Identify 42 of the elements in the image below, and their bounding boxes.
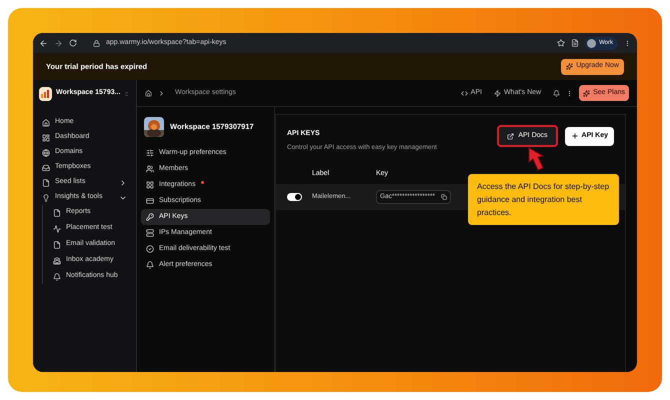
school-icon [53,256,61,264]
menu-icon[interactable] [624,40,631,46]
inbox-icon [42,164,50,172]
grid-icon [146,181,154,189]
document-icon[interactable] [571,39,580,47]
activity-icon [53,224,61,232]
toggle-switch[interactable] [286,193,302,201]
sliders-icon [146,149,154,157]
lock-icon [93,40,100,46]
file-icon [53,208,61,216]
sparkle-icon [566,63,574,70]
chevron-right-icon[interactable] [119,178,127,186]
copy-icon[interactable] [440,194,447,200]
home-icon[interactable] [145,90,152,96]
bell-icon [146,261,154,269]
dashboard-icon [42,134,50,142]
file-icon [42,178,50,186]
bell-icon[interactable] [553,90,560,96]
logo-icon [39,86,52,100]
code-icon [460,90,468,96]
forward-icon[interactable] [54,38,63,48]
back-icon[interactable] [39,38,48,48]
chevron-right-icon [158,90,165,96]
users-icon [146,165,154,173]
server-icon [146,229,154,237]
switch-icon[interactable] [124,90,130,96]
file-icon [53,240,61,248]
plus-icon [570,132,579,140]
reload-icon[interactable] [69,39,77,47]
key-icon [146,213,154,221]
bell-icon [53,272,61,280]
external-link-icon [507,132,514,140]
avatar-icon [587,38,596,48]
bulb-icon [42,194,50,202]
card-icon [146,197,154,205]
lightning-icon [494,90,501,96]
sparkle-icon [583,90,590,96]
bookmark-star-icon[interactable] [557,39,566,47]
globe-icon [42,148,50,156]
home-icon [42,118,50,126]
callout: Access the API Docs for step-by-step guidance and integration best practices. [468,174,619,225]
check-icon [146,245,154,253]
